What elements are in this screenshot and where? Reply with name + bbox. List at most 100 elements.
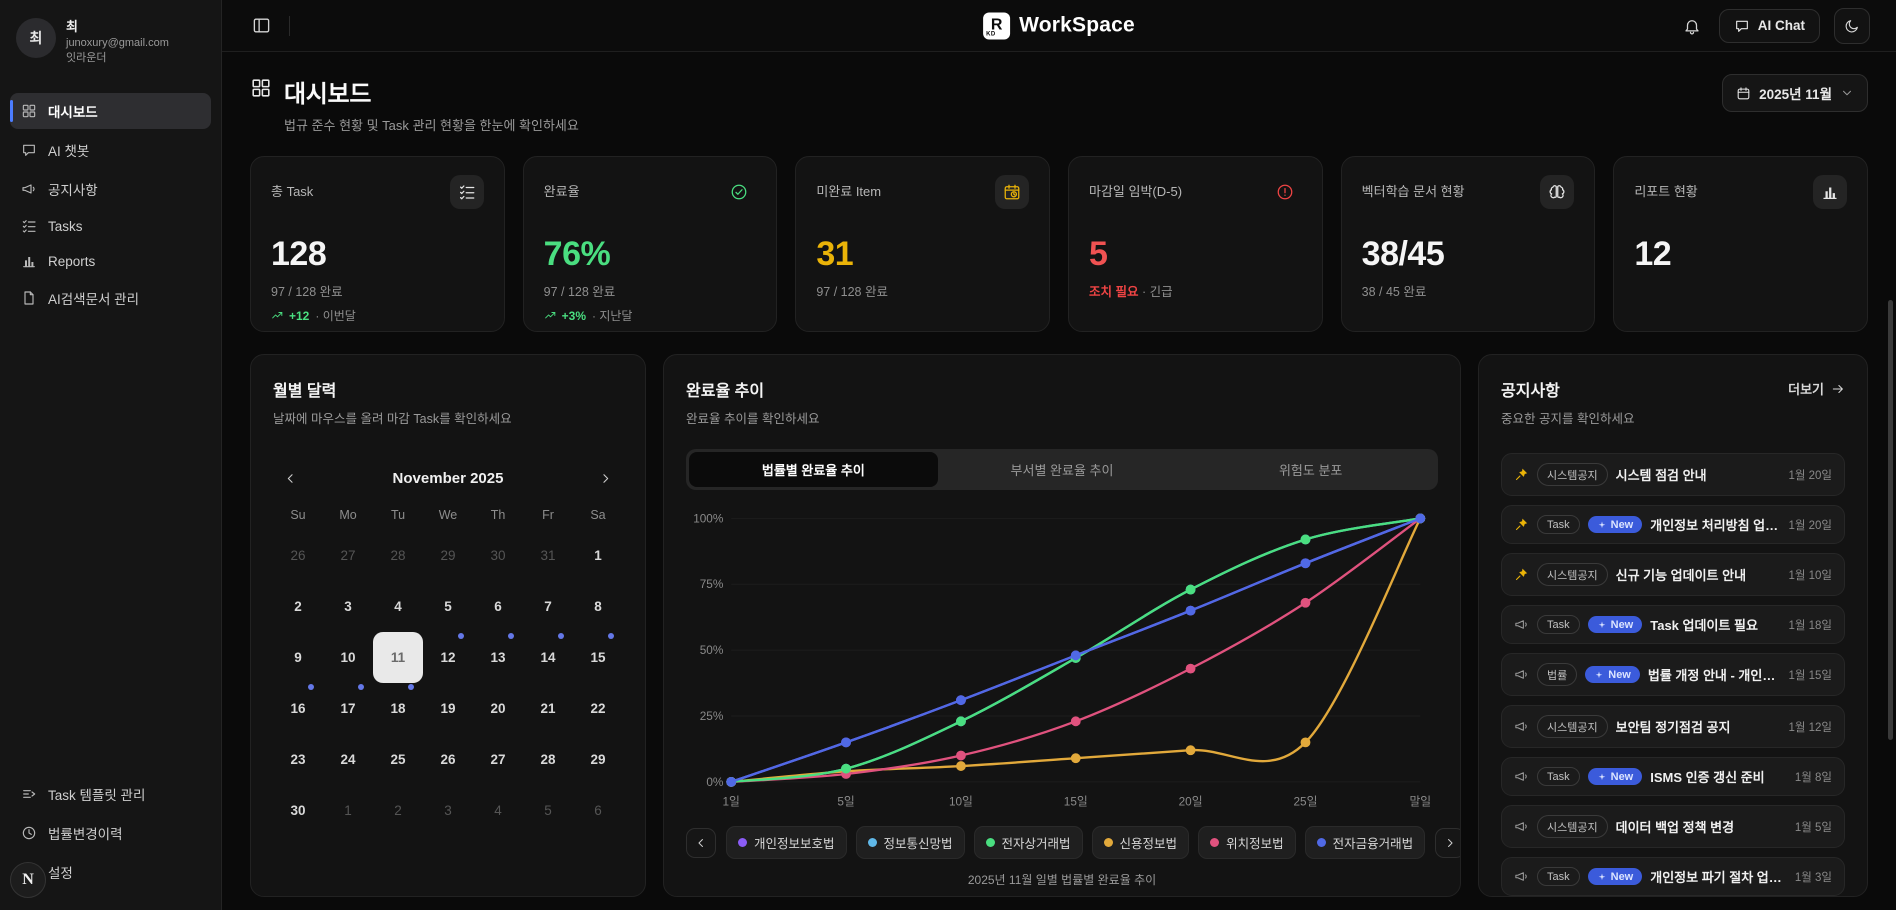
calendar-day-9[interactable]: 9 [273,632,323,683]
calendar-day-26[interactable]: 26 [423,734,473,785]
notice-item-6[interactable]: TaskNewISMS 인증 갱신 준비1월 8일 [1501,757,1845,796]
calendar-day-4-out[interactable]: 4 [473,785,523,836]
sidebar-footer-item-1[interactable]: 법률변경이력 [10,815,211,851]
notice-item-2[interactable]: 시스템공지신규 기능 업데이트 안내1월 10일 [1501,553,1845,596]
notice-item-7[interactable]: 시스템공지데이터 백업 정책 변경1월 5일 [1501,805,1845,848]
sparkle-icon [1597,872,1607,882]
sparkle-icon [1597,520,1607,530]
theme-toggle-button[interactable] [1834,8,1870,44]
calendar-day-2-out[interactable]: 2 [373,785,423,836]
calendar-day-1[interactable]: 1 [573,530,623,581]
calendar-day-26-out[interactable]: 26 [273,530,323,581]
calendar-day-31-out[interactable]: 31 [523,530,573,581]
legend-chip-0[interactable]: 개인정보보호법 [726,826,847,859]
calendar-day-4[interactable]: 4 [373,581,423,632]
calendar-day-17[interactable]: 17 [323,683,373,734]
notice-item-0[interactable]: 시스템공지시스템 점검 안내1월 20일 [1501,453,1845,496]
calendar-day-28-out[interactable]: 28 [373,530,423,581]
chart-tab-2[interactable]: 위험도 분포 [1186,452,1435,487]
legend-chip-3[interactable]: 신용정보법 [1092,826,1190,859]
legend-chip-2[interactable]: 전자상거래법 [974,826,1083,859]
calendar-day-7[interactable]: 7 [523,581,573,632]
calendar-day-20[interactable]: 20 [473,683,523,734]
calendar-next-button[interactable] [594,467,617,490]
calendar-day-5[interactable]: 5 [423,581,473,632]
legend-chip-1[interactable]: 정보통신망법 [856,826,965,859]
stat-card-3: 마감일 임박(D-5)5조치 필요 · 긴급 [1068,156,1323,332]
day-number: 2 [294,599,302,614]
page-scrollbar[interactable] [1888,300,1893,740]
notices-subtitle: 중요한 공지를 확인하세요 [1501,408,1634,427]
calendar-day-30-out[interactable]: 30 [473,530,523,581]
legend-chip-5[interactable]: 전자금융거래법 [1305,826,1426,859]
sidebar-item-1[interactable]: AI 챗봇 [10,132,211,168]
trend-up-icon [544,309,557,322]
calendar-day-29-out[interactable]: 29 [423,530,473,581]
sidebar-item-2[interactable]: 공지사항 [10,171,211,207]
calendar-day-5-out[interactable]: 5 [523,785,573,836]
calendar-day-3-out[interactable]: 3 [423,785,473,836]
calendar-day-21[interactable]: 21 [523,683,573,734]
sidebar-item-3[interactable]: Tasks [10,210,211,242]
month-filter-dropdown[interactable]: 2025년 11월 [1722,74,1868,112]
day-number: 3 [344,599,352,614]
calendar-day-27-out[interactable]: 27 [323,530,373,581]
megaphone-icon [1514,769,1529,784]
notice-item-8[interactable]: TaskNew개인정보 파기 절차 업데이트1월 3일 [1501,857,1845,896]
sidebar-item-0[interactable]: 대시보드 [10,93,211,129]
user-profile[interactable]: 최 최 junoxury@gmail.com 잇라운더 [10,16,211,67]
calendar-day-19[interactable]: 19 [423,683,473,734]
calendar-day-16[interactable]: 16 [273,683,323,734]
notices-more-button[interactable]: 더보기 [1788,377,1845,400]
day-number: 12 [440,650,455,665]
calendar-day-1-out[interactable]: 1 [323,785,373,836]
legend-scroll-right-button[interactable] [1435,828,1461,858]
sidebar-item-4[interactable]: Reports [10,245,211,277]
calendar-day-12[interactable]: 12 [423,632,473,683]
chart-tab-1[interactable]: 부서별 완료율 추이 [938,452,1187,487]
megaphone-icon [1514,719,1529,734]
sidebar-item-5[interactable]: AI검색문서 관리 [10,280,211,316]
floating-widget-button[interactable]: N [10,862,46,898]
legend-color-dot [1317,838,1326,847]
user-info: 최 junoxury@gmail.com 잇라운더 [66,18,169,67]
tasks-icon [458,183,476,201]
calendar-day-14[interactable]: 14 [523,632,573,683]
calendar-day-15[interactable]: 15 [573,632,623,683]
calendar-day-8[interactable]: 8 [573,581,623,632]
notice-item-3[interactable]: TaskNewTask 업데이트 필요1월 18일 [1501,605,1845,644]
calendar-day-3[interactable]: 3 [323,581,373,632]
calendar-day-28[interactable]: 28 [523,734,573,785]
calendar-day-6[interactable]: 6 [473,581,523,632]
calendar-day-2[interactable]: 2 [273,581,323,632]
calendar-day-29[interactable]: 29 [573,734,623,785]
calendar-day-23[interactable]: 23 [273,734,323,785]
sparkle-icon [1597,620,1607,630]
notice-item-4[interactable]: 법률New법률 개정 안내 - 개인정보보…1월 15일 [1501,653,1845,696]
calendar-prev-button[interactable] [279,467,302,490]
day-number: 23 [290,752,305,767]
calendar-day-10[interactable]: 10 [323,632,373,683]
sidebar-toggle-button[interactable] [248,12,275,39]
calendar-day-6-out[interactable]: 6 [573,785,623,836]
calendar-panel: 월별 달력 날짜에 마우스를 올려 마감 Task를 확인하세요 Novembe… [250,354,646,897]
notice-item-5[interactable]: 시스템공지보안팀 정기점검 공지1월 12일 [1501,705,1845,748]
ai-chat-button[interactable]: AI Chat [1719,9,1820,43]
calendar-day-11[interactable]: 11 [373,632,423,683]
legend-chip-4[interactable]: 위치정보법 [1198,826,1296,859]
task-dot [458,633,464,639]
calendar-day-13[interactable]: 13 [473,632,523,683]
notice-item-1[interactable]: TaskNew개인정보 처리방침 업데이트…1월 20일 [1501,505,1845,544]
notifications-button[interactable] [1679,13,1705,39]
calendar-day-22[interactable]: 22 [573,683,623,734]
legend-scroll-left-button[interactable] [686,828,716,858]
sidebar-footer-item-0[interactable]: Task 템플릿 관리 [10,776,211,812]
notice-date: 1월 3일 [1795,869,1832,885]
calendar-day-18[interactable]: 18 [373,683,423,734]
calendar-day-25[interactable]: 25 [373,734,423,785]
history-icon [21,825,37,841]
calendar-day-24[interactable]: 24 [323,734,373,785]
calendar-day-30[interactable]: 30 [273,785,323,836]
chart-tab-0[interactable]: 법률별 완료율 추이 [689,452,938,487]
calendar-day-27[interactable]: 27 [473,734,523,785]
